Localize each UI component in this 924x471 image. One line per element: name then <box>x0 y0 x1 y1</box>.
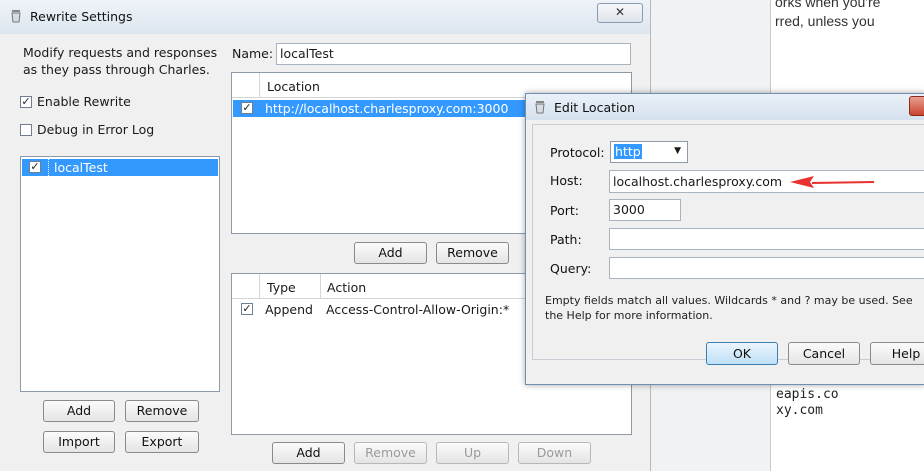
background-code-line: eapis.co <box>776 387 839 402</box>
path-input[interactable] <box>609 228 924 250</box>
move-up-button[interactable]: Up <box>436 442 509 464</box>
host-input[interactable]: localhost.charlesproxy.com <box>609 170 924 193</box>
protocol-value: http <box>614 144 642 159</box>
location-column-header[interactable]: Location <box>267 79 320 94</box>
query-input[interactable] <box>609 257 924 279</box>
add-location-button[interactable]: Add <box>354 242 427 264</box>
help-note: Empty fields match all values. Wildcards… <box>545 294 913 322</box>
port-label: Port: <box>550 203 579 218</box>
enable-rewrite-label: Enable Rewrite <box>37 94 131 109</box>
protocol-label: Protocol: <box>550 145 605 160</box>
chevron-down-icon[interactable]: ▼ <box>674 142 681 161</box>
rule-enabled-checkbox[interactable]: ✓ <box>241 303 253 315</box>
description-text: Modify requests and responses as they pa… <box>23 45 218 77</box>
add-set-button[interactable]: Add <box>43 400 115 422</box>
path-label: Path: <box>550 232 582 247</box>
help-button[interactable]: Help <box>870 342 924 365</box>
location-enabled-checkbox[interactable]: ✓ <box>241 102 253 114</box>
name-label: Name: <box>232 46 274 61</box>
enable-rewrite-checkbox[interactable]: ✓ <box>20 96 32 108</box>
set-enabled-checkbox[interactable]: ✓ <box>29 161 41 173</box>
dialog-title-bar: Edit Location <box>526 94 924 120</box>
edit-location-dialog: Edit Location Protocol: http ▼ Host: loc… <box>525 93 924 385</box>
title-bar: Rewrite Settings ✕ <box>0 0 650 34</box>
port-input[interactable]: 3000 <box>609 199 681 221</box>
column-divider <box>259 274 260 298</box>
rule-type: Append <box>265 302 313 317</box>
import-button[interactable]: Import <box>43 431 115 453</box>
export-button[interactable]: Export <box>125 431 199 453</box>
list-item[interactable]: ✓ localTest <box>22 159 218 176</box>
window-title: Rewrite Settings <box>30 9 133 24</box>
column-divider <box>259 73 260 97</box>
background-text-line: orks when you're <box>775 0 881 10</box>
close-icon[interactable]: ✕ <box>597 3 643 23</box>
debug-checkbox[interactable] <box>20 124 32 136</box>
name-input[interactable]: localTest <box>276 43 631 65</box>
dialog-close-icon[interactable] <box>909 96 924 116</box>
column-divider <box>320 274 321 298</box>
set-name: localTest <box>54 160 108 175</box>
remove-location-button[interactable]: Remove <box>436 242 509 264</box>
rewrite-sets-list[interactable]: ✓ localTest <box>20 156 220 392</box>
dialog-title: Edit Location <box>554 100 636 115</box>
charles-jar-icon <box>10 9 22 23</box>
add-rule-button[interactable]: Add <box>272 442 345 464</box>
location-value: http://localhost.charlesproxy.com:3000 <box>265 101 509 116</box>
protocol-select[interactable]: http ▼ <box>610 141 688 163</box>
remove-set-button[interactable]: Remove <box>125 400 199 422</box>
remove-rule-button[interactable]: Remove <box>354 442 427 464</box>
rule-action: Access-Control-Allow-Origin:* <box>326 302 510 317</box>
action-column-header[interactable]: Action <box>327 280 366 295</box>
type-column-header[interactable]: Type <box>267 280 296 295</box>
focus-marker <box>48 159 50 176</box>
move-down-button[interactable]: Down <box>518 442 591 464</box>
host-label: Host: <box>550 173 583 188</box>
debug-label: Debug in Error Log <box>37 122 155 137</box>
annotation-arrow-icon <box>790 176 875 188</box>
cancel-button[interactable]: Cancel <box>788 342 860 365</box>
background-text-line: rred, unless you <box>775 13 875 29</box>
background-code-line: xy.com <box>776 403 823 418</box>
ok-button[interactable]: OK <box>706 342 778 365</box>
query-label: Query: <box>550 261 592 276</box>
charles-jar-icon <box>534 100 546 114</box>
